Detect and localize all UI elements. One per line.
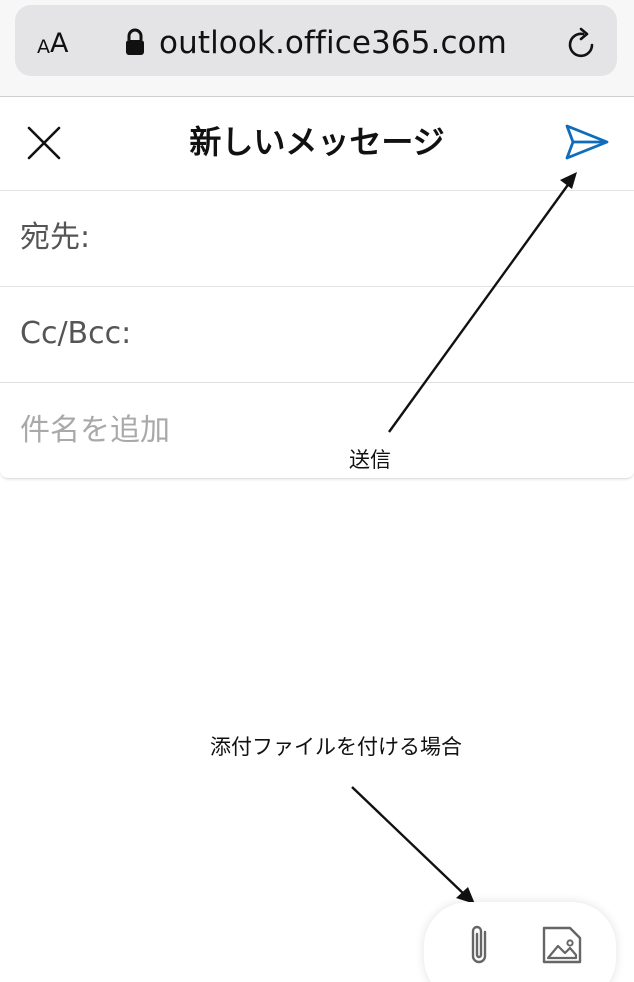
to-field[interactable]: 宛先:	[0, 191, 634, 287]
to-label: 宛先:	[20, 220, 91, 255]
image-icon[interactable]	[540, 922, 584, 966]
page: A A outlook.office365.com 新しいメッセージ 宛先: C…	[0, 0, 634, 982]
page-title: 新しいメッセージ	[189, 123, 445, 161]
cc-bcc-label: Cc/Bcc:	[20, 316, 132, 351]
subject-field	[0, 383, 634, 479]
url-text[interactable]: outlook.office365.com	[159, 23, 507, 63]
compose-toolbar	[424, 902, 616, 982]
subject-input[interactable]	[20, 405, 610, 455]
annotation-attach-label: 添付ファイルを付ける場合	[210, 735, 462, 759]
message-body[interactable]	[0, 480, 634, 900]
paperclip-icon[interactable]	[464, 922, 496, 968]
annotation-send-label: 送信	[349, 448, 391, 472]
url-bar[interactable]: A A outlook.office365.com	[15, 5, 617, 76]
browser-address-bar: A A outlook.office365.com	[0, 0, 634, 97]
text-size-button[interactable]: A A	[37, 27, 68, 57]
text-size-big-glyph: A	[50, 28, 69, 59]
compose-header: 新しいメッセージ	[0, 97, 634, 191]
lock-icon	[126, 28, 144, 55]
send-icon[interactable]	[564, 123, 610, 161]
reload-icon[interactable]	[565, 27, 599, 61]
text-size-small-glyph: A	[37, 36, 50, 58]
cc-bcc-field[interactable]: Cc/Bcc:	[0, 287, 634, 383]
